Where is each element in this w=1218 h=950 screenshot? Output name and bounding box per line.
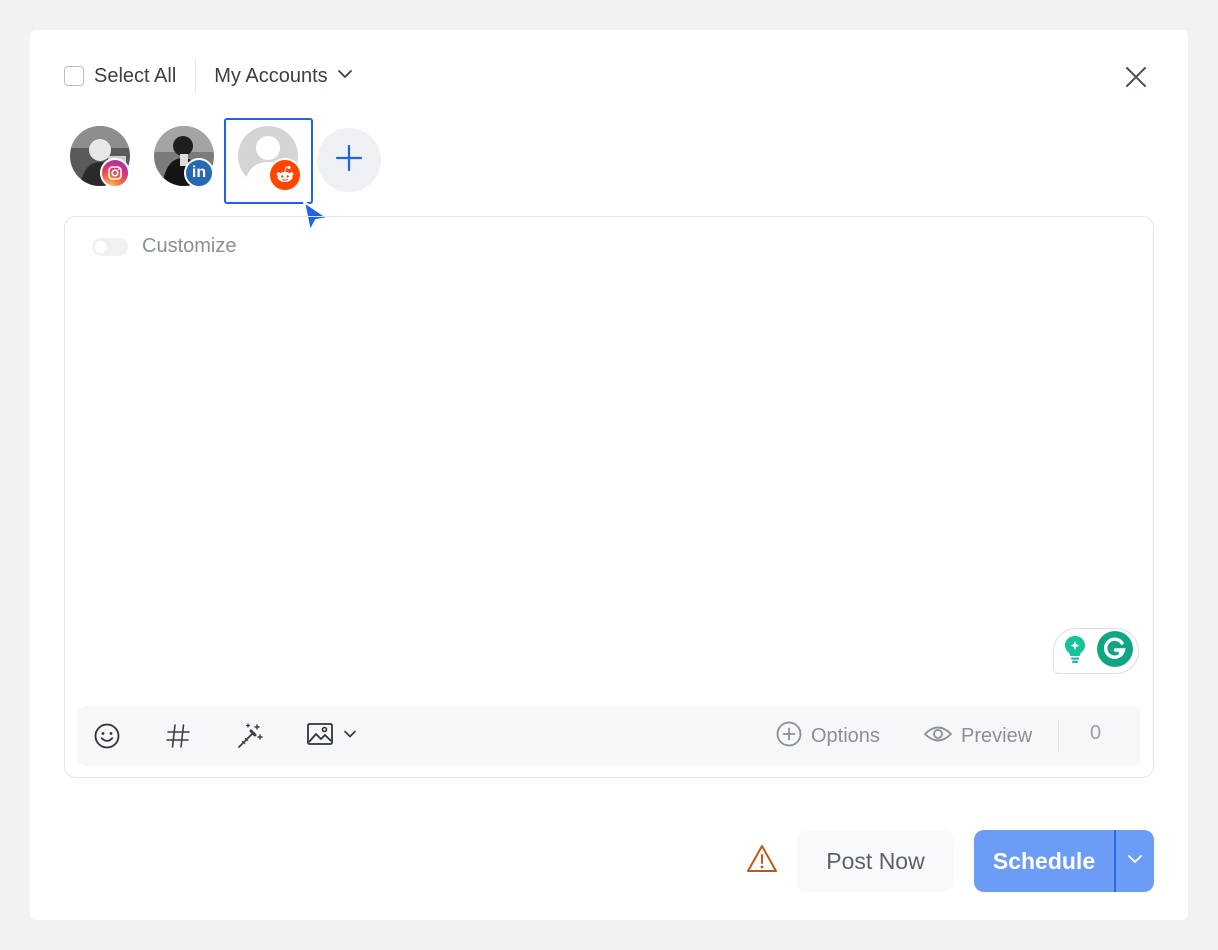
divider xyxy=(1058,720,1059,752)
divider xyxy=(195,59,197,93)
add-account-button[interactable] xyxy=(317,128,381,192)
close-icon[interactable] xyxy=(1123,64,1149,90)
plus-icon xyxy=(334,143,364,178)
post-composer: Customize Options Preview 0 xyxy=(64,216,1154,778)
emoji-icon[interactable] xyxy=(92,721,122,751)
warning-icon[interactable] xyxy=(745,842,779,876)
account-avatar-linkedin[interactable]: in xyxy=(154,126,214,188)
chevron-down-icon xyxy=(342,726,358,747)
composer-toolbar: Options Preview 0 xyxy=(78,706,1140,766)
reddit-icon xyxy=(268,158,302,192)
schedule-button[interactable]: Schedule xyxy=(974,830,1114,892)
hashtag-icon[interactable] xyxy=(163,721,193,751)
preview-label: Preview xyxy=(961,724,1033,747)
plus-circle-icon xyxy=(775,720,803,753)
image-icon xyxy=(306,721,334,752)
eye-icon xyxy=(923,723,953,750)
character-count: 0 xyxy=(1090,722,1102,744)
preview-button[interactable]: Preview xyxy=(923,721,1032,751)
select-all-control[interactable]: Select All xyxy=(64,65,176,88)
grammarly-icon[interactable] xyxy=(1096,630,1134,673)
post-text-editor[interactable] xyxy=(85,267,1133,667)
options-button[interactable]: Options xyxy=(775,721,880,751)
my-accounts-label: My Accounts xyxy=(214,64,328,87)
chevron-down-icon xyxy=(336,65,354,88)
compose-post-modal: Select All My Accounts in Customize Opti… xyxy=(30,30,1188,920)
my-accounts-dropdown[interactable]: My Accounts xyxy=(214,65,353,88)
customize-label: Customize xyxy=(142,235,237,257)
post-now-button[interactable]: Post Now xyxy=(797,830,954,892)
schedule-label: Schedule xyxy=(992,847,1096,874)
customize-toggle[interactable] xyxy=(92,237,128,256)
linkedin-icon: in xyxy=(184,158,214,188)
options-label: Options xyxy=(811,724,880,747)
select-all-label: Select All xyxy=(94,64,177,87)
grammarly-widget[interactable] xyxy=(1053,628,1139,674)
magic-wand-icon[interactable] xyxy=(235,721,265,751)
account-avatar-reddit[interactable] xyxy=(238,126,302,192)
account-avatar-instagram[interactable] xyxy=(70,126,130,188)
chevron-down-icon xyxy=(1126,850,1144,873)
schedule-button-group: Schedule xyxy=(974,830,1154,892)
customize-control: Customize xyxy=(92,235,236,258)
lightbulb-icon[interactable] xyxy=(1062,634,1088,669)
instagram-icon xyxy=(100,158,130,188)
media-dropdown[interactable] xyxy=(306,721,358,751)
schedule-options-dropdown[interactable] xyxy=(1116,830,1154,892)
post-now-label: Post Now xyxy=(826,847,925,874)
select-all-checkbox[interactable] xyxy=(64,66,84,86)
account-selector-bar: Select All My Accounts xyxy=(64,59,354,93)
